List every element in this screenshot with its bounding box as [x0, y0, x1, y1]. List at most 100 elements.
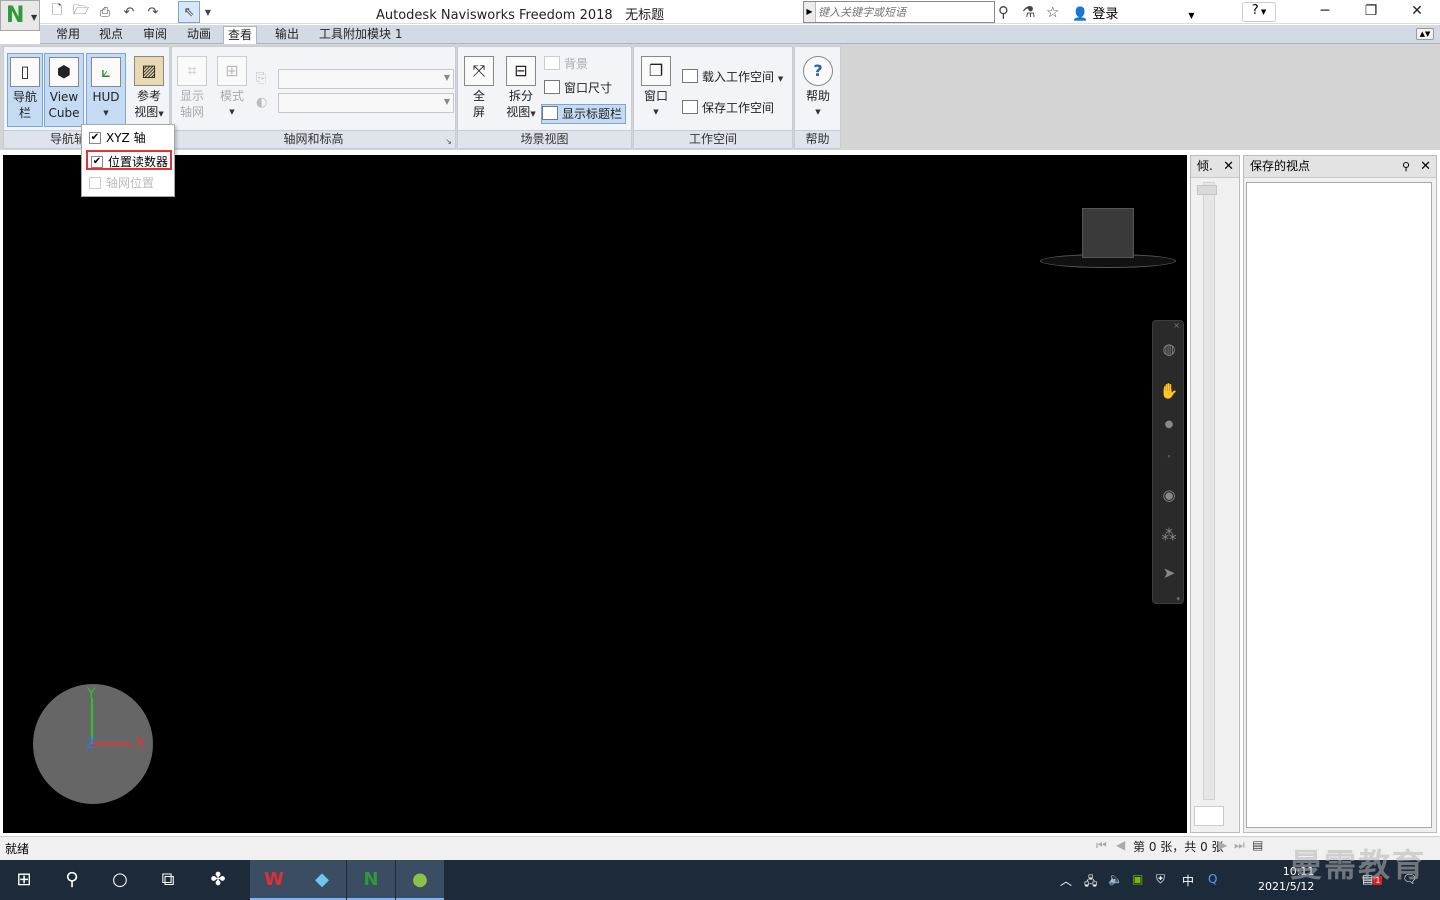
save-workspace-button[interactable]: 保存工作空间 [682, 99, 774, 119]
chevron-down-icon: ▼ [443, 73, 450, 82]
checkbox-checked[interactable]: ✔ [91, 156, 103, 168]
load-workspace-button[interactable]: 载入工作空间 ▼ [682, 68, 783, 88]
sketch-app-icon[interactable]: ◆ [298, 860, 346, 900]
look-eye-icon[interactable]: ◉ [1159, 485, 1179, 505]
restore-button[interactable]: ❐ [1348, 0, 1394, 24]
select-pointer-icon[interactable]: ⇖ [178, 1, 200, 23]
scene-viewport[interactable] [3, 155, 1187, 833]
help-button[interactable]: ? 帮助 ▼ [800, 53, 836, 127]
user-icon: 👤 [1072, 7, 1089, 22]
wps-app-icon[interactable]: W [250, 860, 298, 900]
search-icon[interactable]: ⚲ [48, 860, 96, 900]
x-axis-label: X [135, 736, 145, 752]
pan-hand-icon[interactable]: ✋ [1159, 381, 1179, 401]
title-bar [0, 0, 1440, 24]
close-icon[interactable]: ✕ [1420, 156, 1431, 177]
viewcube[interactable] [1082, 208, 1134, 258]
viewcube-toggle-button[interactable]: ⬢ View Cube [44, 53, 84, 127]
tilt-slider-thumb[interactable] [1197, 185, 1217, 195]
steering-wheel-icon[interactable]: ◍ [1159, 339, 1179, 359]
search-input[interactable] [818, 4, 992, 20]
menu-item-grid-location[interactable]: 轴网位置 [86, 173, 172, 193]
tab-animation[interactable]: 动画 [183, 26, 215, 44]
prev-sheet-icon[interactable]: ◀ [1116, 838, 1125, 852]
tab-view[interactable]: 查看 [223, 26, 258, 45]
hud-dropdown-button[interactable]: ⟀ HUD ▼ [86, 53, 126, 127]
fullscreen-label-2: 屏 [472, 105, 485, 119]
show-titlebar-button[interactable]: 显示标题栏 [541, 104, 627, 124]
saved-viewpoints-list[interactable] [1246, 182, 1432, 828]
windows-button[interactable]: ❐ 窗口 ▼ [638, 53, 674, 127]
binoculars-icon[interactable]: ⚲ [998, 3, 1009, 21]
new-file-icon[interactable]: 🗋 [46, 2, 68, 22]
chevron-down-icon: ▼ [443, 97, 450, 106]
background-button[interactable]: 背景 [544, 55, 588, 75]
chevron-down-icon[interactable]: ▾ [1176, 595, 1180, 603]
grid-combo-1[interactable]: ▼ [278, 69, 454, 89]
search-expand-icon[interactable]: ▶ [804, 2, 816, 22]
navbar-label-1: 导航 [12, 90, 37, 104]
show-grid-button[interactable]: ⌗ 显示 轴网 [174, 53, 210, 127]
close-button[interactable]: ✕ [1394, 0, 1440, 24]
subscription-icon[interactable]: ⚗ [1022, 3, 1035, 21]
security-shield-icon[interactable]: ⛨ [1156, 872, 1165, 887]
favorites-star-icon[interactable]: ☆ [1046, 3, 1059, 21]
navisworks-app-icon[interactable]: N [347, 860, 395, 900]
tray-expand-icon[interactable]: ︿ [1060, 872, 1072, 889]
open-folder-icon[interactable]: 🗁 [70, 2, 92, 22]
fullscreen-button[interactable]: ⤧ 全 屏 [461, 53, 497, 127]
split-view-button[interactable]: ⊟ 拆分 视图▼ [501, 53, 541, 127]
first-sheet-icon[interactable]: ⏮ [1096, 838, 1107, 853]
undo-icon[interactable]: ↶ [118, 2, 140, 22]
tab-common[interactable]: 常用 [52, 26, 84, 44]
walk-footprint-icon[interactable]: ⁂ [1159, 525, 1179, 545]
app-menu-button[interactable]: N ▼ [0, 0, 40, 31]
last-sheet-icon[interactable]: ⏭ [1234, 838, 1245, 853]
network-icon[interactable]: 🖧 [1084, 872, 1097, 893]
ribbon-minimize-button[interactable]: ▲▼ [1416, 28, 1434, 40]
tab-addins[interactable]: 工具附加模块 1 [315, 26, 406, 44]
melon-app-icon[interactable]: ● [396, 860, 444, 900]
menu-item-position-readout[interactable]: ✔ 位置读数器 [86, 150, 172, 170]
nvidia-icon[interactable]: ▣ [1132, 872, 1143, 886]
qat-dropdown-icon[interactable]: ▼ [200, 2, 216, 22]
panel-launcher-icon[interactable]: ↘ [445, 137, 452, 146]
ime-indicator[interactable]: 中 [1182, 872, 1194, 889]
tab-viewpoint[interactable]: 视点 [95, 26, 127, 44]
orbit-icon[interactable]: ∙ [1159, 447, 1179, 467]
tab-review[interactable]: 审阅 [139, 26, 171, 44]
volume-icon[interactable]: 🔈 [1108, 872, 1123, 886]
next-sheet-icon[interactable]: ▶ [1218, 838, 1227, 852]
level-icon: ⎘ [256, 71, 267, 86]
tilt-value-field[interactable] [1194, 806, 1224, 826]
checkbox-unchecked[interactable] [89, 177, 101, 189]
close-icon[interactable]: ✕ [1223, 156, 1234, 177]
navbar-toggle-button[interactable]: ▯ 导航 栏 [7, 53, 43, 127]
menu-item-xyz-axis[interactable]: ✔ XYZ 轴 [86, 128, 172, 148]
search-box[interactable]: ▶ [803, 1, 995, 23]
minimize-button[interactable]: ─ [1302, 0, 1348, 24]
cortana-icon[interactable]: ○ [96, 860, 144, 900]
select-arrow-icon[interactable]: ➤ [1159, 563, 1179, 583]
sheet-browser-icon[interactable]: ▤ [1252, 838, 1263, 852]
redo-icon[interactable]: ↷ [142, 2, 164, 22]
grid-combo-2[interactable]: ▼ [278, 93, 454, 113]
task-view-icon[interactable]: ⧉ [144, 860, 192, 900]
checkbox-checked[interactable]: ✔ [89, 132, 101, 144]
watermark: 曼需教育 [1290, 846, 1427, 884]
windows-start-icon[interactable]: ⊞ [0, 860, 48, 900]
reference-view-button[interactable]: ▨ 参考 视图▼ [130, 53, 168, 127]
window-size-button[interactable]: 窗口尺寸 [544, 79, 612, 99]
print-icon[interactable]: ⎙ [94, 2, 116, 22]
pinwheel-app-icon[interactable]: ✤ [194, 860, 242, 900]
save-workspace-icon [682, 100, 698, 114]
help-question-icon[interactable]: ? ▼ [1242, 2, 1276, 22]
grid-mode-button[interactable]: ⊞ 模式 ▼ [214, 53, 250, 127]
tab-output[interactable]: 输出 [271, 26, 303, 44]
tilt-slider-track[interactable] [1203, 182, 1215, 800]
pin-icon[interactable]: ⚲ [1402, 156, 1410, 177]
qq-icon[interactable]: Q [1208, 872, 1217, 886]
login-button[interactable]: 👤 登录 ▼ [1072, 3, 1195, 22]
close-icon[interactable]: × [1173, 321, 1180, 330]
zoom-icon[interactable]: ● [1159, 415, 1179, 435]
